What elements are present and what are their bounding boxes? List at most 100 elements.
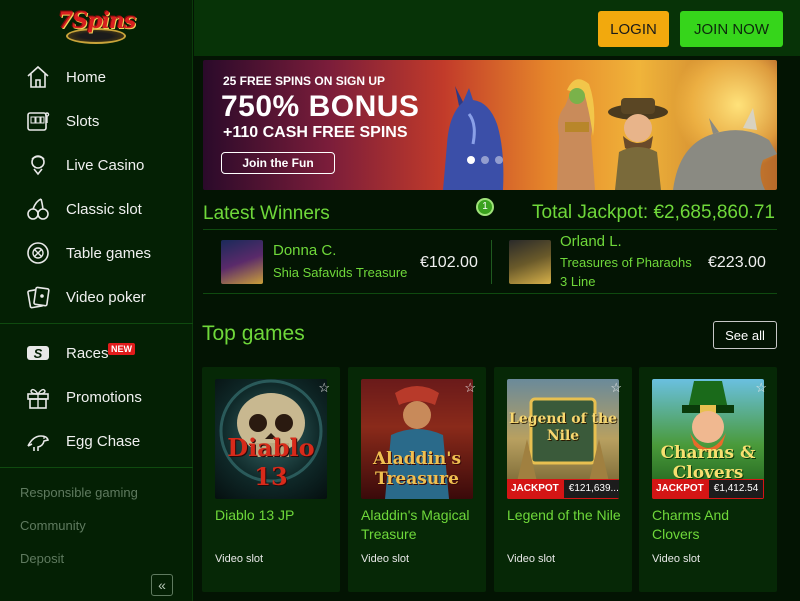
favorite-star-icon[interactable]: ☆	[464, 380, 476, 396]
top-games-title: Top games	[202, 322, 305, 345]
races-icon: S	[23, 338, 53, 368]
brand-logo[interactable]: 7Spins	[52, 4, 136, 50]
promo-banner[interactable]: 25 FREE SPINS ON SIGN UP 750% BONUS +110…	[203, 60, 777, 190]
game-artwork-title: Legend of the Nile	[508, 411, 618, 444]
dealer-icon	[23, 150, 53, 180]
winner-name: Orland L.	[560, 233, 622, 250]
carousel-dot[interactable]	[481, 156, 489, 164]
award-badge-icon: 1	[476, 198, 494, 216]
sidebar-divider	[0, 467, 193, 468]
jackpot-tag: JACKPOT €121,639....	[507, 479, 619, 499]
game-type: Video slot	[215, 553, 264, 565]
explorer-illustration	[608, 98, 668, 190]
game-thumbnail	[509, 240, 551, 284]
footer-link-community[interactable]: Community	[20, 518, 86, 533]
see-all-button[interactable]: See all	[713, 321, 777, 349]
favorite-star-icon[interactable]: ☆	[755, 380, 767, 396]
winner-divider	[491, 240, 492, 284]
sidebar-item-label: Promotions	[66, 388, 142, 406]
sidebar-item-races[interactable]: S Races NEW	[0, 333, 193, 373]
carousel-dots	[467, 156, 503, 164]
jackpot-value: €1,412.54	[707, 479, 764, 499]
sidebar-item-label: Live Casino	[66, 156, 145, 174]
winner-name: Donna C.	[273, 242, 337, 259]
game-card[interactable]: Legend of the Nile JACKPOT €121,639.... …	[494, 367, 632, 592]
banner-tagline: +110 CASH FREE SPINS	[223, 124, 408, 141]
winners-list: Donna C. Shia Safavids Treasure €102.00 …	[203, 229, 777, 294]
favorite-star-icon[interactable]: ☆	[610, 380, 622, 396]
game-card[interactable]: Charms & Clovers JACKPOT €1,412.54 ☆ Cha…	[639, 367, 777, 592]
warrior-woman-illustration	[557, 79, 595, 190]
footer-link-responsible-gaming[interactable]: Responsible gaming	[20, 485, 138, 500]
gift-icon	[23, 382, 53, 412]
cards-icon	[23, 282, 53, 312]
sidebar-item-label: Video poker	[66, 288, 146, 306]
game-name: Aladdin's Magical Treasure	[361, 507, 470, 542]
total-jackpot: Total Jackpot: €2,685,860.71	[532, 202, 775, 224]
game-artwork: Charms & Clovers JACKPOT €1,412.54	[652, 379, 764, 499]
sidebar-item-promotions[interactable]: Promotions	[0, 377, 193, 417]
sidebar-item-egg-chase[interactable]: Egg Chase	[0, 421, 193, 461]
game-card[interactable]: Aladdin's Treasure ☆ Aladdin's Magical T…	[348, 367, 486, 592]
game-type: Video slot	[361, 553, 410, 565]
jackpot-value: €121,639....	[562, 479, 619, 499]
winner-amount: €223.00	[708, 254, 766, 271]
game-artwork-title: Aladdin's Treasure	[372, 449, 462, 489]
game-type: Video slot	[507, 553, 556, 565]
latest-winners-title: Latest Winners	[203, 203, 330, 224]
jackpot-tag: JACKPOT €1,412.54	[652, 479, 764, 499]
carousel-dot[interactable]	[467, 156, 475, 164]
collapse-sidebar-button[interactable]: «	[151, 574, 173, 596]
footer-link-deposit[interactable]: Deposit	[20, 551, 64, 566]
join-now-button[interactable]: JOIN NOW	[680, 11, 783, 47]
jackpot-label: JACKPOT	[652, 479, 708, 499]
game-artwork-title: Diablo 13	[227, 433, 315, 491]
game-artwork: Diablo 13	[215, 379, 327, 499]
sidebar-item-label: Table games	[66, 244, 152, 262]
home-icon	[23, 62, 53, 92]
winner-game: Treasures of Pharaohs 3 Line	[560, 255, 692, 289]
game-artwork: Legend of the Nile JACKPOT €121,639....	[507, 379, 619, 499]
game-artwork-title: Charms & Clovers	[660, 443, 756, 483]
game-name: Diablo 13 JP	[215, 507, 295, 523]
sidebar: 7Spins Home Slots Live Casino Classic sl…	[0, 0, 193, 601]
game-artwork: Aladdin's Treasure	[361, 379, 473, 499]
svg-text:S: S	[34, 346, 43, 361]
game-type: Video slot	[652, 553, 701, 565]
sidebar-item-label: Classic slot	[66, 200, 142, 218]
sidebar-item-label: Races	[66, 344, 109, 362]
dinosaur-icon	[23, 426, 53, 456]
sidebar-item-video-poker[interactable]: Video poker	[0, 277, 193, 317]
join-the-fun-button[interactable]: Join the Fun	[221, 152, 335, 174]
sidebar-item-label: Slots	[66, 112, 100, 130]
wolf-illustration	[443, 86, 504, 190]
roulette-icon	[23, 238, 53, 268]
game-name: Legend of the Nile	[507, 507, 621, 523]
sidebar-item-label: Egg Chase	[66, 432, 141, 450]
sidebar-item-table-games[interactable]: Table games	[0, 233, 193, 273]
total-jackpot-label: Total Jackpot:	[532, 202, 649, 223]
banner-headline: 750% BONUS	[221, 90, 420, 123]
slot-machine-icon	[23, 106, 53, 136]
sidebar-item-home[interactable]: Home	[0, 57, 193, 97]
total-jackpot-value: €2,685,860.71	[653, 202, 775, 223]
sidebar-item-slots[interactable]: Slots	[0, 101, 193, 141]
rhino-illustration	[673, 108, 777, 190]
favorite-star-icon[interactable]: ☆	[318, 380, 330, 396]
sidebar-divider	[0, 323, 193, 324]
sidebar-item-live-casino[interactable]: Live Casino	[0, 145, 193, 185]
jackpot-label: JACKPOT	[507, 479, 563, 499]
new-badge: NEW	[108, 343, 135, 355]
winner-amount: €102.00	[420, 254, 478, 271]
sidebar-item-classic-slot[interactable]: Classic slot	[0, 189, 193, 229]
game-thumbnail	[221, 240, 263, 284]
sidebar-item-label: Home	[66, 68, 107, 86]
game-name: Charms And Clovers	[652, 507, 730, 542]
login-button[interactable]: LOGIN	[598, 11, 669, 47]
logo-text: 7Spins	[58, 8, 136, 34]
game-card[interactable]: Diablo 13 ☆ Diablo 13 JP Video slot	[202, 367, 340, 592]
carousel-dot[interactable]	[495, 156, 503, 164]
banner-subtitle: 25 FREE SPINS ON SIGN UP	[223, 74, 386, 88]
winner-game: Shia Safavids Treasure	[273, 265, 408, 280]
cherries-icon	[23, 194, 53, 224]
